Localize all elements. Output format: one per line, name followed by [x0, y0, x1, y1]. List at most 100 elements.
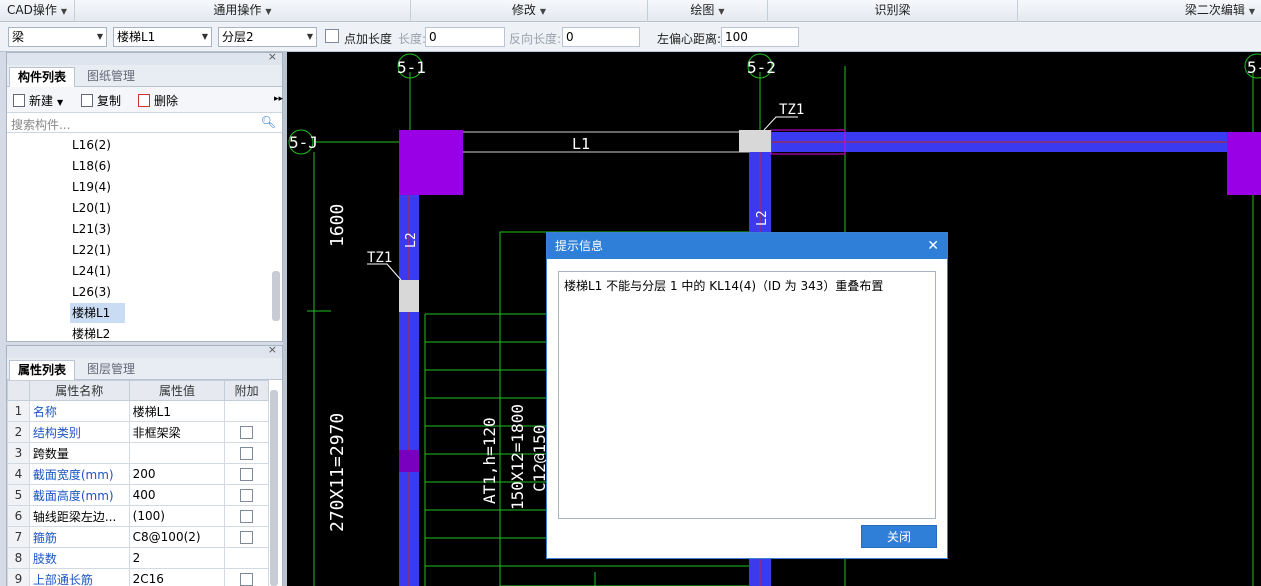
- ribbon-group-beam-secondary-edit[interactable]: 梁二次编辑 ▼: [1018, 0, 1261, 22]
- extra-checkbox[interactable]: [240, 531, 254, 544]
- column-corner[interactable]: [1227, 132, 1261, 195]
- extra-checkbox[interactable]: [240, 489, 254, 502]
- ribbon-group-cad[interactable]: CAD操作 ▼: [0, 0, 75, 22]
- search-input[interactable]: 搜索构件...: [11, 116, 70, 133]
- list-item-selected[interactable]: 楼梯L1: [70, 303, 125, 323]
- close-button[interactable]: 关闭: [861, 525, 937, 548]
- list-item[interactable]: L24(1): [70, 261, 113, 281]
- list-item[interactable]: L16(2): [70, 135, 113, 155]
- element-type-value: 梁: [12, 30, 25, 44]
- length-label: 长度:: [398, 32, 427, 46]
- list-item[interactable]: L18(6): [70, 156, 113, 176]
- property-value[interactable]: [128, 442, 226, 464]
- close-icon[interactable]: ×: [268, 50, 277, 63]
- leader-line: [367, 263, 402, 281]
- panel-header: ×: [7, 50, 282, 65]
- table-row[interactable]: 5 截面高度(mm) 400: [7, 484, 269, 506]
- add-length-checkbox[interactable]: [325, 29, 339, 43]
- dialog-title: 提示信息: [555, 239, 604, 253]
- row-index: 8: [7, 547, 30, 569]
- element-type-select[interactable]: 梁 ▼: [8, 27, 107, 47]
- ribbon-group-modify[interactable]: 修改 ▼: [411, 0, 648, 22]
- message-dialog: 提示信息 ✕ 楼梯L1 不能与分层 1 中的 KL14(4)（ID 为 343）…: [546, 232, 948, 559]
- extra-cell: [224, 505, 269, 527]
- property-value[interactable]: 楼梯L1: [128, 400, 226, 422]
- list-item[interactable]: L22(1): [70, 240, 113, 260]
- tab-component-list[interactable]: 构件列表: [9, 67, 76, 87]
- column-joint: [399, 450, 419, 472]
- table-row[interactable]: 3 跨数量: [7, 442, 269, 464]
- row-index: 9: [7, 568, 30, 586]
- tab-drawing-management[interactable]: 图纸管理: [79, 67, 143, 87]
- more-icon[interactable]: ▸▸: [274, 94, 283, 104]
- dialog-title-bar[interactable]: 提示信息 ✕: [547, 233, 947, 259]
- extra-checkbox[interactable]: [240, 573, 254, 586]
- extra-checkbox[interactable]: [240, 447, 254, 460]
- property-value[interactable]: 400: [128, 484, 226, 506]
- table-row[interactable]: 4 截面宽度(mm) 200: [7, 463, 269, 485]
- extra-checkbox[interactable]: [240, 510, 254, 523]
- property-name: 名称: [28, 400, 130, 422]
- copy-label: 复制: [97, 94, 122, 108]
- property-value[interactable]: (100): [128, 505, 226, 527]
- reverse-length-input[interactable]: 0: [562, 27, 640, 47]
- ribbon-group-draw[interactable]: 绘图 ▼: [648, 0, 768, 22]
- layer-select[interactable]: 分层2 ▼: [218, 27, 317, 47]
- table-row[interactable]: 9 上部通长筋 2C16: [7, 568, 269, 586]
- stair-column-tz1[interactable]: [399, 280, 419, 312]
- extra-cell: [224, 547, 269, 569]
- list-item[interactable]: L20(1): [70, 198, 113, 218]
- table-row[interactable]: 7 箍筋 C8@100(2): [7, 526, 269, 548]
- property-scrollbar[interactable]: [270, 390, 278, 586]
- axis-label: 5-: [1247, 58, 1261, 77]
- table-row[interactable]: 2 结构类别 非框架梁: [7, 421, 269, 443]
- new-button[interactable]: 新建 ▼: [13, 92, 63, 109]
- copy-button[interactable]: 复制: [81, 92, 121, 109]
- list-item[interactable]: L21(3): [70, 219, 113, 239]
- tab-property-list[interactable]: 属性列表: [9, 360, 76, 380]
- header-extra: 附加: [224, 380, 269, 401]
- component-search[interactable]: 搜索构件... 🔍︎: [7, 113, 282, 133]
- table-header-row: 属性名称 属性值 附加: [7, 380, 269, 401]
- header-value: 属性值: [128, 380, 226, 401]
- left-offset-input[interactable]: 100: [721, 27, 799, 47]
- property-name: 轴线距梁左边...: [28, 505, 130, 527]
- column-corner[interactable]: [399, 130, 463, 195]
- search-icon[interactable]: 🔍︎: [261, 115, 276, 129]
- property-name: 截面宽度(mm): [28, 463, 130, 485]
- property-value[interactable]: 非框架梁: [128, 421, 226, 443]
- component-value: 楼梯L1: [117, 30, 156, 44]
- list-item[interactable]: 楼梯L2: [70, 324, 112, 341]
- ribbon-group-identify-beam[interactable]: 识别梁: [768, 0, 1018, 22]
- tree-scrollbar[interactable]: [272, 271, 280, 321]
- table-row[interactable]: 1 名称 楼梯L1: [7, 400, 269, 422]
- ribbon-group-general[interactable]: 通用操作 ▼: [75, 0, 411, 22]
- property-value[interactable]: 2C16: [128, 568, 226, 586]
- component-select[interactable]: 楼梯L1 ▼: [113, 27, 212, 47]
- property-value[interactable]: C8@100(2): [128, 526, 226, 548]
- chevron-down-icon: ▼: [57, 98, 64, 107]
- extra-checkbox[interactable]: [240, 426, 254, 439]
- property-name: 箍筋: [28, 526, 130, 548]
- length-input[interactable]: 0: [425, 27, 505, 47]
- table-row[interactable]: 6 轴线距梁左边... (100): [7, 505, 269, 527]
- tab-layer-management[interactable]: 图层管理: [79, 360, 143, 380]
- header-name: 属性名称: [28, 380, 130, 401]
- list-item[interactable]: L26(3): [70, 282, 113, 302]
- beam-label-l1: L1: [572, 135, 590, 153]
- delete-button[interactable]: 删除: [138, 92, 178, 109]
- component-tree: L16(2) L18(6) L19(4) L20(1) L21(3) L22(1…: [7, 133, 282, 341]
- extra-checkbox[interactable]: [240, 468, 254, 481]
- close-icon[interactable]: ×: [268, 343, 277, 356]
- stair-column-tz1[interactable]: [739, 130, 771, 152]
- property-value[interactable]: 200: [128, 463, 226, 485]
- beam-label-l2: L2: [404, 232, 419, 248]
- table-row[interactable]: 8 肢数 2: [7, 547, 269, 569]
- list-item[interactable]: L19(4): [70, 177, 113, 197]
- component-tabs: 构件列表 图纸管理: [7, 65, 282, 87]
- extra-cell: [224, 526, 269, 548]
- ribbon-group-label: 识别梁: [874, 3, 911, 17]
- extra-cell: [224, 568, 269, 586]
- property-value[interactable]: 2: [128, 547, 226, 569]
- close-icon[interactable]: ✕: [927, 233, 939, 259]
